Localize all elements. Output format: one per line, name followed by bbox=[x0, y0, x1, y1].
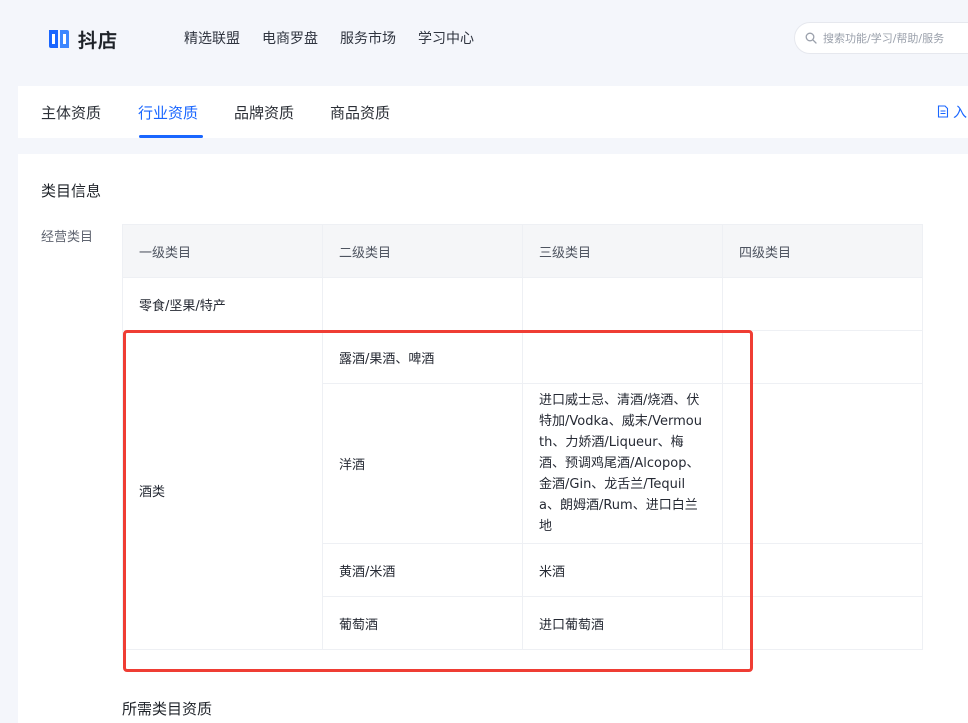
top-nav: 精选联盟 电商罗盘 服务市场 学习中心 bbox=[184, 28, 474, 48]
search-input[interactable] bbox=[823, 31, 968, 45]
nav-item-jingxuan[interactable]: 精选联盟 bbox=[184, 28, 240, 48]
cell-level1: 零食/坚果/特产 bbox=[122, 277, 323, 331]
brand-name: 抖店 bbox=[78, 29, 119, 52]
nav-item-service-market[interactable]: 服务市场 bbox=[340, 28, 396, 48]
header-level2: 二级类目 bbox=[322, 224, 523, 278]
tab-industry-qualification[interactable]: 行业资质 bbox=[138, 102, 198, 123]
header-level4: 四级类目 bbox=[722, 224, 923, 278]
cell-level4 bbox=[722, 543, 923, 597]
nav-item-compass[interactable]: 电商罗盘 bbox=[262, 28, 318, 48]
required-qualification-title: 所需类目资质 bbox=[122, 700, 213, 718]
top-bar: 抖店 精选联盟 电商罗盘 服务市场 学习中心 bbox=[0, 0, 968, 78]
cell-level3: 进口威士忌、清酒/烧酒、伏特加/Vodka、威末/Vermouth、力娇酒/Li… bbox=[522, 383, 723, 544]
cell-level2: 洋酒 bbox=[322, 383, 523, 544]
tab-product-qualification[interactable]: 商品资质 bbox=[330, 102, 390, 123]
tab-right-link[interactable]: 入 bbox=[953, 102, 967, 122]
doudian-logo-icon bbox=[49, 30, 69, 48]
cell-level3: 米酒 bbox=[522, 543, 723, 597]
cell-level2: 黄酒/米酒 bbox=[322, 543, 523, 597]
cell-level3 bbox=[522, 330, 723, 384]
tab-brand-qualification[interactable]: 品牌资质 bbox=[234, 102, 294, 123]
search-box[interactable] bbox=[794, 22, 968, 54]
header-level3: 三级类目 bbox=[522, 224, 723, 278]
active-tab-indicator bbox=[139, 135, 203, 138]
cell-level4 bbox=[722, 277, 923, 331]
tab-subject-qualification[interactable]: 主体资质 bbox=[41, 102, 101, 123]
table-header-row: 一级类目 二级类目 三级类目 四级类目 bbox=[122, 224, 923, 278]
cell-level4 bbox=[722, 596, 923, 650]
table-row: 酒类 露酒/果酒、啤酒 bbox=[122, 330, 923, 650]
cell-level2 bbox=[322, 277, 523, 331]
cell-level3 bbox=[522, 277, 723, 331]
cell-level2: 露酒/果酒、啤酒 bbox=[322, 330, 523, 384]
search-icon bbox=[805, 32, 817, 44]
document-icon[interactable] bbox=[937, 105, 949, 118]
cell-level1: 酒类 bbox=[122, 330, 323, 650]
cell-level4 bbox=[722, 383, 923, 544]
logo[interactable]: 抖店 bbox=[46, 24, 118, 54]
qualification-tabs: 主体资质 行业资质 品牌资质 商品资质 入 bbox=[18, 86, 968, 138]
category-panel: 类目信息 经营类目 一级类目 二级类目 三级类目 四级类目 零食/坚果/特产 酒… bbox=[18, 154, 968, 723]
table-row: 零食/坚果/特产 bbox=[122, 277, 923, 331]
cell-level3: 进口葡萄酒 bbox=[522, 596, 723, 650]
header-level1: 一级类目 bbox=[122, 224, 323, 278]
category-table: 一级类目 二级类目 三级类目 四级类目 零食/坚果/特产 酒类 露酒/果酒、啤酒… bbox=[122, 224, 923, 650]
business-category-label: 经营类目 bbox=[41, 230, 94, 245]
nav-item-learning-center[interactable]: 学习中心 bbox=[418, 28, 474, 48]
section-title: 类目信息 bbox=[41, 182, 102, 200]
cell-level2: 葡萄酒 bbox=[322, 596, 523, 650]
cell-level4 bbox=[722, 330, 923, 384]
